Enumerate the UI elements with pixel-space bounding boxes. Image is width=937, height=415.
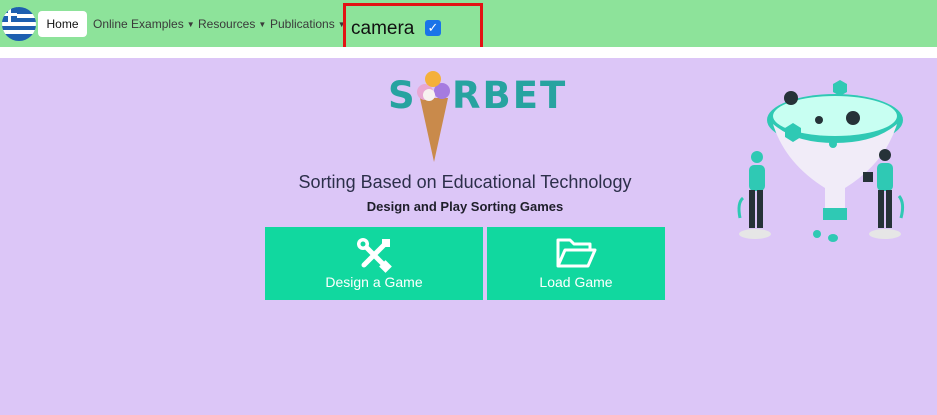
nav-publications-dropdown[interactable]: Publications ▼ xyxy=(270,17,346,31)
ice-cream-cone-icon xyxy=(417,71,450,162)
nav-online-examples-dropdown[interactable]: Online Examples ▼ xyxy=(93,17,195,31)
nav-online-examples-label: Online Examples xyxy=(93,17,184,31)
navbar-divider xyxy=(0,47,937,58)
design-game-label: Design a Game xyxy=(325,274,423,290)
load-game-label: Load Game xyxy=(539,274,613,290)
caret-down-icon: ▼ xyxy=(258,20,267,29)
folder-open-icon xyxy=(556,238,597,268)
camera-toggle-highlight: camera ✓ xyxy=(343,3,483,50)
nav-resources-label: Resources xyxy=(198,17,256,31)
load-game-button[interactable]: Load Game xyxy=(487,227,665,300)
caret-down-icon: ▼ xyxy=(186,20,195,29)
greek-flag-icon[interactable] xyxy=(2,7,36,41)
sorbet-logo: S RBET xyxy=(388,68,565,164)
camera-label: camera xyxy=(351,18,415,39)
logo-text-rbet: RBET xyxy=(452,74,568,117)
nav-resources-dropdown[interactable]: Resources ▼ xyxy=(198,17,266,31)
nav-publications-label: Publications xyxy=(270,17,335,31)
tools-icon xyxy=(357,238,392,273)
sorting-funnel-illustration xyxy=(737,80,905,242)
camera-checkbox[interactable]: ✓ xyxy=(425,20,441,36)
nav-home-label: Home xyxy=(46,17,79,31)
logo-letter-s: S xyxy=(388,74,417,117)
design-game-button[interactable]: Design a Game xyxy=(265,227,483,300)
nav-home-link[interactable]: Home xyxy=(38,11,87,37)
